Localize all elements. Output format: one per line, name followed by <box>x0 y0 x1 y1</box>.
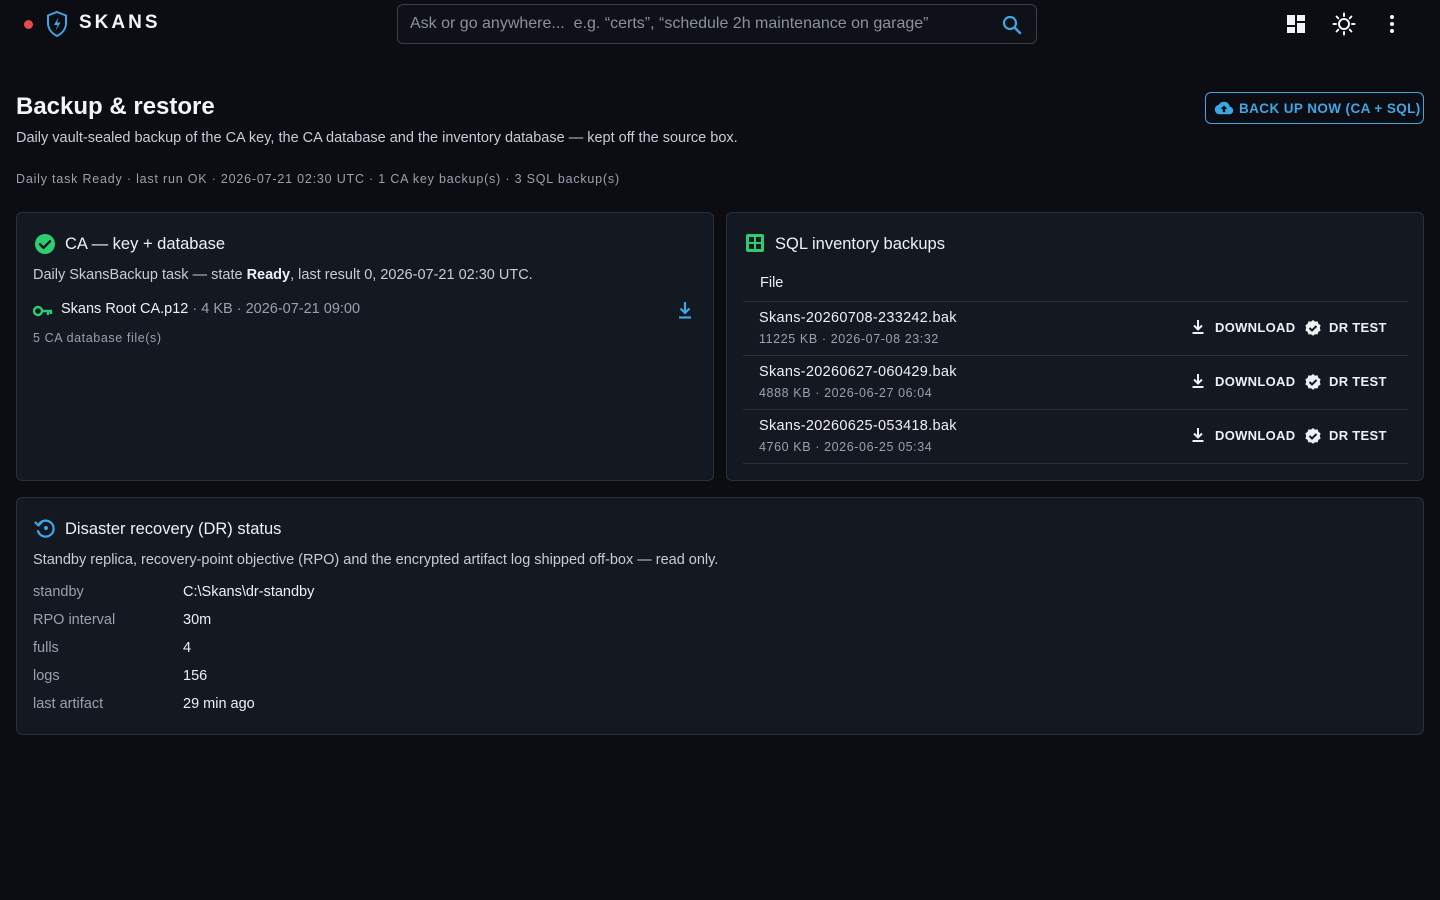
download-icon[interactable] <box>676 300 694 320</box>
table-row: Skans-20260708-233242.bak 11225 KB · 202… <box>743 302 1408 356</box>
global-search[interactable] <box>397 4 1037 44</box>
ca-card-title: CA — key + database <box>65 235 226 253</box>
ca-task-state: Ready <box>246 267 291 283</box>
ca-db-file-count: 5 CA database file(s) <box>33 331 162 345</box>
page-title: Backup & restore <box>16 93 215 120</box>
table-row: Skans-20260625-053418.bak 4760 KB · 2026… <box>743 410 1408 464</box>
field-key: logs <box>33 668 60 684</box>
back-up-now-label: BACK UP NOW (CA + SQL) <box>1239 101 1421 116</box>
backup-file-name: Skans-20260625-053418.bak <box>759 418 957 434</box>
sql-backups-card: SQL inventory backups File Skans-2026070… <box>726 212 1424 481</box>
field-key: last artifact <box>33 696 104 712</box>
dr-test-label: DR TEST <box>1329 320 1387 335</box>
field-key: standby <box>33 584 84 600</box>
status-dot <box>24 20 33 29</box>
field-value: 4 <box>183 640 192 656</box>
search-icon[interactable] <box>1002 15 1022 35</box>
download-label: DOWNLOAD <box>1215 320 1296 335</box>
ca-task-description: Daily SkansBackup task — state Ready, la… <box>33 267 533 283</box>
back-up-now-button[interactable]: BACK UP NOW (CA + SQL) <box>1205 92 1424 124</box>
page-subtitle: Daily vault-sealed backup of the CA key,… <box>16 130 738 146</box>
sql-card-title: SQL inventory backups <box>775 235 945 253</box>
restore-icon <box>34 519 55 538</box>
field-key: RPO interval <box>33 612 116 628</box>
divider <box>743 463 1408 464</box>
dr-test-label: DR TEST <box>1329 374 1387 389</box>
backup-file-meta: 4888 KB · 2026-06-27 06:04 <box>759 386 933 400</box>
ca-backup-card: CA — key + database Daily SkansBackup ta… <box>16 212 714 481</box>
table-row: Skans-20260627-060429.bak 4888 KB · 2026… <box>743 356 1408 410</box>
dr-description: Standby replica, recovery-point objectiv… <box>33 552 719 568</box>
ca-desc-prefix: Daily SkansBackup task — state <box>33 267 247 283</box>
task-status-line: Daily task Ready · last run OK · 2026-07… <box>16 172 620 186</box>
ca-key-file: Skans Root CA.p12 · 4 KB · 2026-07-21 09… <box>61 301 360 317</box>
top-bar: SKANS <box>0 0 1440 48</box>
backup-file-name: Skans-20260708-233242.bak <box>759 310 957 326</box>
download-icon <box>1192 374 1204 388</box>
check-circle-icon <box>35 234 55 254</box>
table-icon <box>746 234 764 252</box>
more-vert-icon[interactable] <box>1380 12 1404 36</box>
dr-test-label: DR TEST <box>1329 428 1387 443</box>
backup-file-meta: 11225 KB · 2026-07-08 23:32 <box>759 332 939 346</box>
verified-icon <box>1305 374 1321 390</box>
field-key: fulls <box>33 640 59 656</box>
ca-key-file-name: Skans Root CA.p12 <box>61 301 189 317</box>
backup-file-name: Skans-20260627-060429.bak <box>759 364 957 380</box>
download-icon <box>1192 320 1204 334</box>
key-icon <box>33 305 53 317</box>
sun-icon[interactable] <box>1332 12 1356 36</box>
download-label: DOWNLOAD <box>1215 374 1296 389</box>
verified-icon <box>1305 428 1321 444</box>
download-icon <box>1192 428 1204 442</box>
dashboard-icon[interactable] <box>1284 12 1308 36</box>
shield-bolt-icon <box>47 10 67 38</box>
column-header-file: File <box>760 275 784 291</box>
search-input[interactable] <box>410 5 990 43</box>
dr-card-title: Disaster recovery (DR) status <box>65 520 282 538</box>
ca-desc-suffix: , last result 0, 2026-07-21 02:30 UTC. <box>290 267 533 283</box>
ca-key-file-meta: · 4 KB · 2026-07-21 09:00 <box>188 301 361 317</box>
field-value: 29 min ago <box>183 696 255 712</box>
backup-file-meta: 4760 KB · 2026-06-25 05:34 <box>759 440 933 454</box>
brand-name: SKANS <box>79 12 161 33</box>
cloud-upload-icon <box>1214 101 1234 115</box>
field-value: C:\Skans\dr-standby <box>183 584 315 600</box>
dr-status-card: Disaster recovery (DR) status Standby re… <box>16 497 1424 735</box>
field-value: 156 <box>183 668 208 684</box>
download-label: DOWNLOAD <box>1215 428 1296 443</box>
verified-icon <box>1305 320 1321 336</box>
field-value: 30m <box>183 612 212 628</box>
